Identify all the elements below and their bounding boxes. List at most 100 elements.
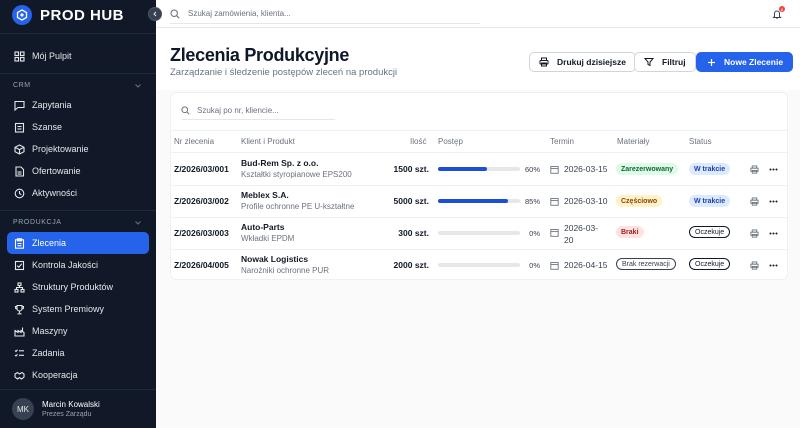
sidebar-item-zadania[interactable]: Zadania: [7, 342, 149, 364]
sidebar-item-label: System Premiowy: [32, 304, 105, 314]
status-badge: Oczekuje: [689, 226, 731, 238]
table-search[interactable]: [181, 102, 335, 120]
column-header-deadline[interactable]: Termin: [550, 137, 574, 146]
sidebar-item-maszyny[interactable]: Maszyny: [7, 320, 149, 342]
printer-icon: [749, 260, 759, 270]
sidebar-item-zlecenia[interactable]: Zlecenia: [7, 232, 149, 254]
printer-icon: [749, 228, 759, 238]
more-actions-button[interactable]: [768, 260, 778, 270]
more-actions-button[interactable]: [768, 196, 778, 206]
column-header-order[interactable]: Nr zlecenia: [174, 137, 214, 146]
deadline: 2026-03-10: [550, 196, 612, 206]
logo-icon: [12, 5, 32, 25]
materials-badge: Częściowo: [616, 195, 663, 207]
progress-percent: 60%: [524, 165, 540, 174]
table-search-input[interactable]: [197, 106, 327, 115]
notification-badge: 8: [779, 6, 785, 12]
chevron-left-icon: [153, 11, 157, 17]
column-header-status[interactable]: Status: [689, 137, 712, 146]
column-header-progress[interactable]: Postęp: [438, 137, 463, 146]
sidebar-item-label: Szanse: [32, 122, 63, 132]
printer-icon: [749, 164, 759, 174]
product-name: Narożniki ochronne PUR: [241, 266, 330, 275]
filter-button[interactable]: Filtruj: [634, 52, 696, 72]
more-dots-icon: [769, 232, 777, 234]
activity-icon: [13, 187, 25, 199]
more-actions-button[interactable]: [768, 164, 778, 174]
collapse-sidebar-button[interactable]: [148, 7, 162, 21]
chevron-down-icon[interactable]: [134, 219, 142, 227]
sidebar: PROD HUB Mój Pulpit CRM Zapytania Szanse…: [0, 0, 156, 428]
column-header-client[interactable]: Klient i Produkt: [241, 137, 295, 146]
plus-icon: [706, 57, 716, 67]
calendar-icon: [550, 262, 559, 270]
order-number[interactable]: Z/2026/03/001: [174, 164, 229, 174]
new-order-button[interactable]: Nowe Zlecenie: [696, 52, 794, 72]
search-icon: [181, 106, 190, 115]
table-divider: [170, 152, 788, 153]
more-actions-button[interactable]: [768, 228, 778, 238]
sidebar-item-label: Zadania: [32, 348, 65, 358]
global-search[interactable]: [170, 4, 480, 24]
table-divider: [170, 130, 788, 131]
print-row-button[interactable]: [749, 260, 759, 270]
print-row-button[interactable]: [749, 228, 759, 238]
status-badge: Oczekuje: [689, 258, 731, 270]
row-divider: [170, 185, 788, 186]
sidebar-item-ofertowanie[interactable]: Ofertowanie: [7, 160, 149, 182]
order-number[interactable]: Z/2026/03/003: [174, 228, 229, 238]
sidebar-item-moj-pulpit[interactable]: Mój Pulpit: [7, 45, 149, 67]
factory-icon: [13, 325, 25, 337]
print-today-button[interactable]: Drukuj dzisiejsze: [529, 52, 636, 72]
column-header-quantity[interactable]: Ilość: [410, 137, 426, 146]
progress-percent: 85%: [524, 197, 540, 206]
section-label-crm: CRM: [13, 82, 31, 89]
sidebar-item-szanse[interactable]: Szanse: [7, 116, 149, 138]
printer-icon: [539, 57, 549, 67]
filter-icon: [644, 57, 654, 67]
sidebar-item-struktury-produktow[interactable]: Struktury Produktów: [7, 276, 149, 298]
chevron-down-icon[interactable]: [134, 82, 142, 90]
sidebar-item-kontrola-jakosci[interactable]: Kontrola Jakości: [7, 254, 149, 276]
cube-icon: [13, 143, 25, 155]
deadline-text: 2026-03-20: [564, 223, 599, 245]
page-subtitle: Zarządzanie i śledzenie postępów zleceń …: [170, 67, 398, 78]
sidebar-item-kooperacja[interactable]: Kooperacja: [7, 364, 149, 386]
calendar-icon: [550, 229, 559, 237]
order-number[interactable]: Z/2026/03/002: [174, 196, 229, 206]
clipboard-list-icon: [13, 237, 25, 249]
product-name: Profile ochronne PE U-kształtne: [241, 202, 355, 211]
sidebar-divider: [0, 73, 156, 74]
client-name: Meblex S.A.: [241, 190, 289, 200]
client-name: Bud-Rem Sp. z o.o.: [241, 158, 319, 168]
handshake-icon: [13, 369, 25, 381]
tasks-icon: [13, 347, 25, 359]
progress-fill: [438, 167, 488, 171]
sidebar-item-label: Zapytania: [32, 100, 72, 110]
global-search-input[interactable]: [188, 9, 468, 18]
user-profile[interactable]: MK Marcin Kowalski Prezes Zarządu: [12, 398, 100, 420]
filter-label: Filtruj: [662, 57, 686, 67]
progress-bar: [438, 263, 520, 267]
top-bar: 8: [156, 0, 800, 28]
progress-bar: [438, 167, 520, 171]
materials-badge: Zarezerwowany: [616, 163, 679, 175]
row-divider: [170, 217, 788, 218]
sidebar-item-system-premiowy[interactable]: System Premiowy: [7, 298, 149, 320]
progress-bar: [438, 231, 520, 235]
column-header-materials[interactable]: Materiały: [617, 137, 649, 146]
product-name: Kształtki styropianowe EPS200: [241, 170, 352, 179]
sidebar-item-zapytania[interactable]: Zapytania: [7, 94, 149, 116]
clipboard-icon: [13, 121, 25, 133]
sidebar-divider: [0, 210, 156, 211]
sidebar-item-projektowanie[interactable]: Projektowanie: [7, 138, 149, 160]
order-number[interactable]: Z/2026/04/005: [174, 260, 229, 270]
more-dots-icon: [769, 168, 777, 170]
print-row-button[interactable]: [749, 164, 759, 174]
quantity: 300 szt.: [398, 228, 429, 238]
brand[interactable]: PROD HUB: [12, 4, 124, 26]
print-row-button[interactable]: [749, 196, 759, 206]
deadline-text: 2026-04-15: [564, 260, 608, 270]
sidebar-item-aktywnosci[interactable]: Aktywności: [7, 182, 149, 204]
sidebar-item-label: Struktury Produktów: [32, 282, 114, 292]
